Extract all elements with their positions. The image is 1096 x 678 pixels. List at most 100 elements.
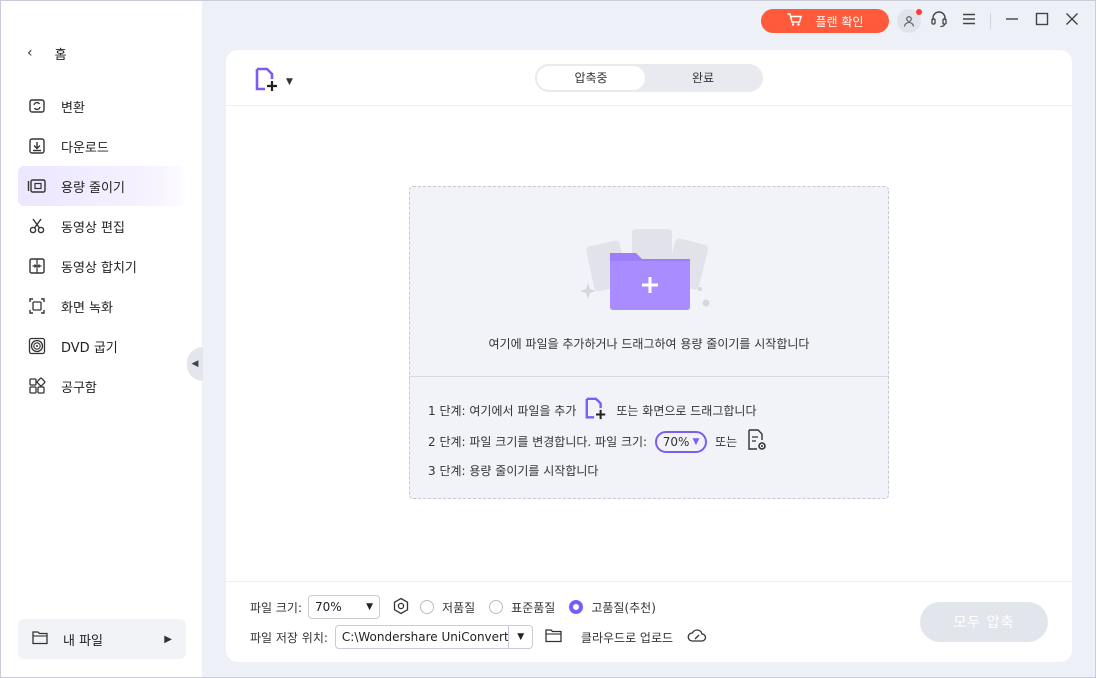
sidebar-item-convert[interactable]: 변환 <box>18 86 185 126</box>
compress-all-button[interactable]: 모두 압축 <box>920 602 1048 642</box>
support-button[interactable] <box>924 9 954 33</box>
caret-left-icon: ◀ <box>191 359 199 369</box>
sidebar-item-merge[interactable]: 동영상 합치기 <box>18 246 185 286</box>
sidebar-item-compress[interactable]: 용량 줄이기 <box>18 166 185 206</box>
hamburger-icon <box>962 13 976 29</box>
scissors-icon <box>27 216 47 236</box>
file-settings-icon[interactable] <box>745 428 769 455</box>
file-size-percent-select[interactable]: 70% ▼ <box>655 430 708 453</box>
step2-text: 2 단계: 파일 크기를 변경합니다. 파일 크기: <box>428 435 648 449</box>
home-button[interactable]: ‹ 홈 <box>27 43 67 63</box>
step-3: 3 단계: 용량 줄이기를 시작합니다 <box>428 462 598 479</box>
notification-dot <box>916 9 922 15</box>
save-location-row: 파일 저장 위치: C:\Wondershare UniConverte ▼ 클… <box>250 625 707 649</box>
window-controls <box>894 9 1087 33</box>
main-panel: ▼ 압축중 완료 여기에 파일을 추가하거나 드래그하여 용량 줄이기를 시작합… <box>226 50 1072 662</box>
quality-standard-label: 표준품질 <box>511 600 556 615</box>
chevron-down-icon: ▼ <box>366 602 374 612</box>
sidebar-item-label: 공구함 <box>61 380 97 396</box>
step1-tail: 또는 화면으로 드래그합니다 <box>616 404 757 418</box>
file-size-select[interactable]: 70% ▼ <box>308 595 381 619</box>
caret-right-icon: ▶ <box>164 633 172 645</box>
quality-standard-radio[interactable] <box>489 600 504 614</box>
my-files-label: 내 파일 <box>63 633 104 649</box>
file-size-select-value: 70% <box>315 600 342 614</box>
drop-zone-divider <box>410 376 888 377</box>
download-icon <box>27 136 47 156</box>
step3-text: 3 단계: 용량 줄이기를 시작합니다 <box>428 464 599 478</box>
app-window: ‹ 홈 변환 다운로드 용량 줄이기 동영상 편집 동영상 합치기 화면 녹화 … <box>0 0 1096 678</box>
sidebar-item-label: DVD 굽기 <box>61 340 118 356</box>
folder-icon <box>32 630 49 649</box>
sidebar-item-dvd[interactable]: DVD 굽기 <box>18 326 185 366</box>
merge-icon <box>27 256 47 276</box>
account-button[interactable] <box>894 9 924 33</box>
sidebar-item-label: 동영상 합치기 <box>61 260 137 276</box>
dvd-icon <box>27 336 47 356</box>
chevron-down-icon: ▼ <box>692 436 700 447</box>
home-label: 홈 <box>54 47 67 63</box>
sidebar-item-label: 다운로드 <box>61 140 109 156</box>
add-file-inline-icon[interactable] <box>584 397 608 424</box>
sidebar-item-label: 변환 <box>61 100 85 116</box>
plan-check-button[interactable]: 플랜 확인 <box>761 9 889 33</box>
minimize-button[interactable] <box>997 9 1027 33</box>
plan-check-label: 플랜 확인 <box>815 14 864 29</box>
step-1: 1 단계: 여기에서 파일을 추가 또는 화면으로 드래그합니다 <box>428 397 757 424</box>
sidebar-item-download[interactable]: 다운로드 <box>18 126 185 166</box>
tab-compressing[interactable]: 압축중 <box>535 64 647 92</box>
chevron-down-icon: ▼ <box>286 77 293 87</box>
cloud-upload-icon[interactable] <box>687 628 707 647</box>
compression-options: 파일 크기: 70% ▼ 저품질 표준품질 고품질(추천) <box>250 595 656 619</box>
screen-record-icon <box>27 296 47 316</box>
quality-low-radio[interactable] <box>420 600 435 614</box>
header-divider <box>226 105 1072 106</box>
minimize-icon <box>1005 12 1019 30</box>
settings-gear-icon[interactable] <box>392 597 410 618</box>
chevron-down-icon: ▼ <box>508 626 532 648</box>
sidebar-item-toolbox[interactable]: 공구함 <box>18 366 185 406</box>
quality-high-radio[interactable] <box>569 600 584 614</box>
user-icon <box>897 9 922 33</box>
add-file-button[interactable]: ▼ <box>254 67 293 97</box>
step1-text: 1 단계: 여기에서 파일을 추가 <box>428 404 577 418</box>
maximize-icon <box>1035 12 1049 30</box>
close-button[interactable] <box>1057 9 1087 33</box>
headset-icon <box>930 10 948 32</box>
toolbox-icon <box>27 376 47 396</box>
folder-add-illustration <box>580 227 720 321</box>
menu-button[interactable] <box>954 9 984 33</box>
my-files-button[interactable]: 내 파일 ▶ <box>18 619 186 659</box>
drop-zone[interactable]: 여기에 파일을 추가하거나 드래그하여 용량 줄이기를 시작합니다 1 단계: … <box>409 186 889 499</box>
cloud-upload-label[interactable]: 클라우드로 업로드 <box>581 629 673 646</box>
add-file-icon <box>254 67 280 97</box>
step2-or: 또는 <box>715 435 738 449</box>
file-size-label: 파일 크기: <box>250 600 303 615</box>
cart-icon <box>787 13 802 29</box>
quality-low-label: 저품질 <box>442 600 476 615</box>
footer-divider <box>226 581 1072 582</box>
quality-high-label: 고품질(추천) <box>591 600 656 615</box>
chevron-left-icon: ‹ <box>27 45 33 61</box>
divider <box>990 13 991 29</box>
drop-zone-message: 여기에 파일을 추가하거나 드래그하여 용량 줄이기를 시작합니다 <box>488 337 810 351</box>
convert-icon <box>27 96 47 116</box>
save-location-label: 파일 저장 위치: <box>250 630 328 645</box>
close-icon <box>1065 12 1079 30</box>
step-2: 2 단계: 파일 크기를 변경합니다. 파일 크기: 70% ▼ 또는 <box>428 428 769 455</box>
sidebar-item-label: 동영상 편집 <box>61 220 125 236</box>
save-location-select[interactable]: C:\Wondershare UniConverte ▼ <box>334 625 533 649</box>
sidebar-item-label: 화면 녹화 <box>61 300 113 316</box>
file-size-percent-value: 70% <box>662 434 690 449</box>
sidebar-item-edit[interactable]: 동영상 편집 <box>18 206 185 246</box>
sidebar: ‹ 홈 변환 다운로드 용량 줄이기 동영상 편집 동영상 합치기 화면 녹화 … <box>1 1 202 677</box>
sidebar-item-screen-record[interactable]: 화면 녹화 <box>18 286 185 326</box>
open-folder-icon[interactable] <box>545 628 563 646</box>
maximize-button[interactable] <box>1027 9 1057 33</box>
sidebar-item-label: 용량 줄이기 <box>61 180 125 196</box>
compress-icon <box>27 176 47 196</box>
sidebar-nav: 변환 다운로드 용량 줄이기 동영상 편집 동영상 합치기 화면 녹화 DVD … <box>18 86 185 406</box>
save-location-path: C:\Wondershare UniConverte <box>341 630 509 644</box>
status-tabs: 압축중 완료 <box>535 64 763 92</box>
tab-done[interactable]: 완료 <box>647 64 759 92</box>
